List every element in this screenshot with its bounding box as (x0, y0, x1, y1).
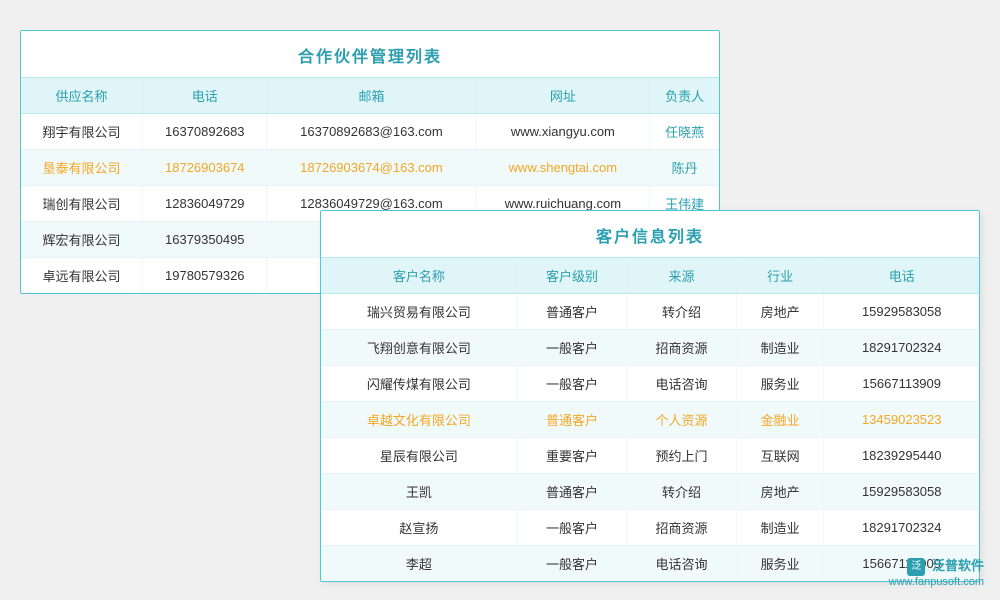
partner-cell: 翔宇有限公司 (21, 114, 143, 150)
customer-table-row: 赵宣扬一般客户招商资源制造业18291702324 (321, 510, 979, 546)
customer-table-container: 客户信息列表 客户名称 客户级别 来源 行业 电话 瑞兴贸易有限公司普通客户转介… (320, 210, 980, 582)
customer-cell: 普通客户 (517, 294, 627, 330)
partner-col-phone: 电话 (143, 78, 267, 114)
watermark: 泛 泛普软件 www.fanpusoft.com (889, 555, 984, 588)
customer-cell: 制造业 (736, 510, 824, 546)
partner-table-row: 垦泰有限公司1872690367418726903674@163.comwww.… (21, 150, 719, 186)
partner-cell: 任晓燕 (650, 114, 719, 150)
customer-col-name: 客户名称 (321, 258, 517, 294)
customer-cell: 个人资源 (627, 402, 737, 438)
partner-cell: 12836049729 (143, 186, 267, 222)
customer-cell: 招商资源 (627, 330, 737, 366)
customer-cell: 金融业 (736, 402, 824, 438)
customer-cell: 一般客户 (517, 330, 627, 366)
partner-cell: 卓远有限公司 (21, 258, 143, 294)
customer-table-header-row: 客户名称 客户级别 来源 行业 电话 (321, 258, 979, 294)
customer-cell: 星辰有限公司 (321, 438, 517, 474)
customer-cell: 招商资源 (627, 510, 737, 546)
partner-cell: www.shengtai.com (476, 150, 650, 186)
partner-col-email: 邮箱 (267, 78, 476, 114)
partner-table-row: 翔宇有限公司1637089268316370892683@163.comwww.… (21, 114, 719, 150)
customer-cell: 一般客户 (517, 510, 627, 546)
customer-cell: 普通客户 (517, 474, 627, 510)
customer-cell: 制造业 (736, 330, 824, 366)
partner-col-website: 网址 (476, 78, 650, 114)
customer-cell: 一般客户 (517, 546, 627, 582)
customer-table-row: 星辰有限公司重要客户预约上门互联网18239295440 (321, 438, 979, 474)
customer-cell: 18239295440 (824, 438, 979, 474)
customer-cell: 电话咨询 (627, 366, 737, 402)
customer-cell: 13459023523 (824, 402, 979, 438)
customer-cell: 18291702324 (824, 330, 979, 366)
customer-table-row: 飞翔创意有限公司一般客户招商资源制造业18291702324 (321, 330, 979, 366)
customer-col-source: 来源 (627, 258, 737, 294)
customer-cell: 预约上门 (627, 438, 737, 474)
customer-table: 客户名称 客户级别 来源 行业 电话 瑞兴贸易有限公司普通客户转介绍房地产159… (321, 258, 979, 581)
partner-cell: 辉宏有限公司 (21, 222, 143, 258)
customer-cell: 服务业 (736, 546, 824, 582)
customer-cell: 瑞兴贸易有限公司 (321, 294, 517, 330)
customer-cell: 卓越文化有限公司 (321, 402, 517, 438)
customer-cell: 一般客户 (517, 366, 627, 402)
customer-cell: 电话咨询 (627, 546, 737, 582)
customer-cell: 互联网 (736, 438, 824, 474)
customer-cell: 15667113909 (824, 366, 979, 402)
customer-table-row: 卓越文化有限公司普通客户个人资源金融业13459023523 (321, 402, 979, 438)
customer-table-row: 李超一般客户电话咨询服务业15667113909 (321, 546, 979, 582)
customer-cell: 王凯 (321, 474, 517, 510)
watermark-logo: 泛普软件 (932, 558, 984, 573)
partner-cell: 18726903674@163.com (267, 150, 476, 186)
customer-cell: 转介绍 (627, 474, 737, 510)
watermark-icon: 泛 (907, 558, 925, 576)
customer-table-row: 王凯普通客户转介绍房地产15929583058 (321, 474, 979, 510)
partner-cell: 瑞创有限公司 (21, 186, 143, 222)
customer-cell: 赵宣扬 (321, 510, 517, 546)
customer-cell: 15929583058 (824, 294, 979, 330)
customer-cell: 18291702324 (824, 510, 979, 546)
partner-cell: 16379350495 (143, 222, 267, 258)
partner-cell: www.xiangyu.com (476, 114, 650, 150)
customer-cell: 转介绍 (627, 294, 737, 330)
partner-table-header-row: 供应名称 电话 邮箱 网址 负责人 (21, 78, 719, 114)
customer-table-row: 瑞兴贸易有限公司普通客户转介绍房地产15929583058 (321, 294, 979, 330)
partner-col-contact: 负责人 (650, 78, 719, 114)
customer-cell: 重要客户 (517, 438, 627, 474)
partner-col-name: 供应名称 (21, 78, 143, 114)
partner-cell: 16370892683@163.com (267, 114, 476, 150)
customer-cell: 普通客户 (517, 402, 627, 438)
customer-col-phone: 电话 (824, 258, 979, 294)
customer-cell: 服务业 (736, 366, 824, 402)
customer-table-title: 客户信息列表 (321, 211, 979, 258)
partner-cell: 陈丹 (650, 150, 719, 186)
customer-col-level: 客户级别 (517, 258, 627, 294)
partner-cell: 18726903674 (143, 150, 267, 186)
customer-cell: 李超 (321, 546, 517, 582)
customer-cell: 房地产 (736, 474, 824, 510)
partner-table-title: 合作伙伴管理列表 (21, 31, 719, 78)
customer-cell: 15929583058 (824, 474, 979, 510)
partner-cell: 垦泰有限公司 (21, 150, 143, 186)
partner-cell: 16370892683 (143, 114, 267, 150)
customer-col-industry: 行业 (736, 258, 824, 294)
watermark-url: www.fanpusoft.com (889, 576, 984, 588)
partner-cell: 19780579326 (143, 258, 267, 294)
customer-cell: 闪耀传煤有限公司 (321, 366, 517, 402)
customer-cell: 房地产 (736, 294, 824, 330)
customer-cell: 飞翔创意有限公司 (321, 330, 517, 366)
customer-table-row: 闪耀传煤有限公司一般客户电话咨询服务业15667113909 (321, 366, 979, 402)
